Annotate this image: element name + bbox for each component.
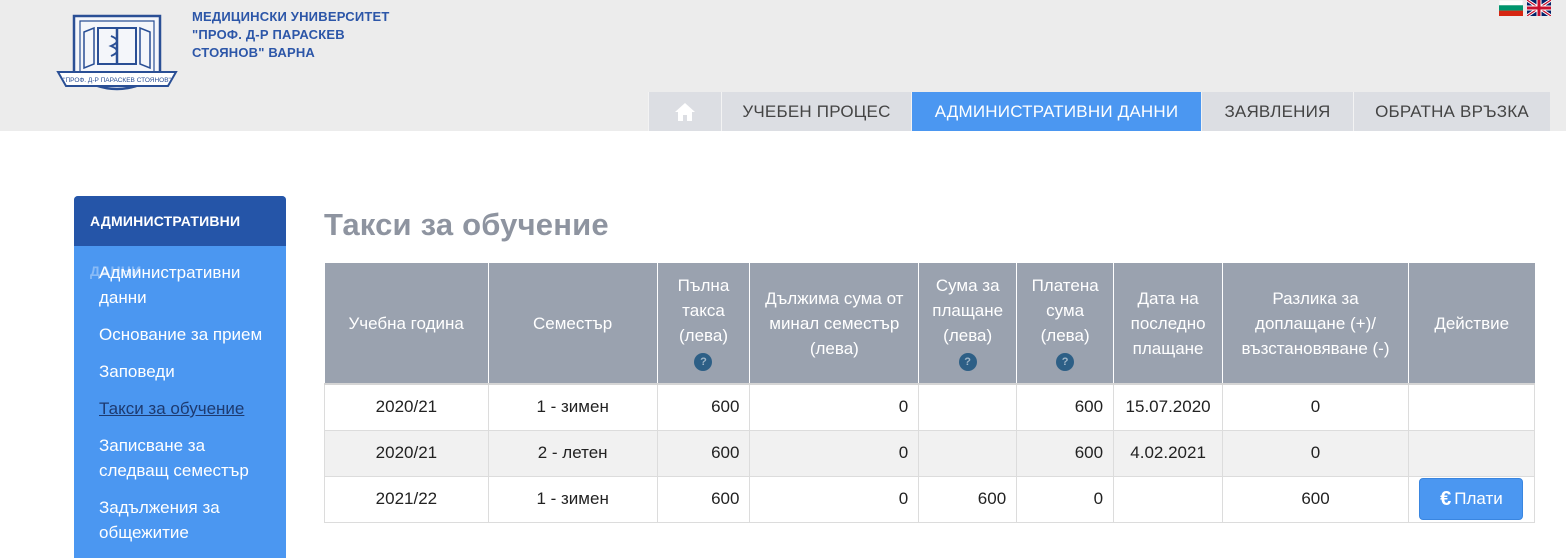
sidebar-item-label: Такси за обучение bbox=[99, 399, 245, 418]
table-row: 2020/21 2 - летен 600 0 600 4.02.2021 0 bbox=[324, 429, 1536, 477]
nav-item-feedback[interactable]: ОБРАТНА ВРЪЗКА bbox=[1353, 92, 1550, 131]
pay-button-label: Плати bbox=[1454, 489, 1503, 508]
table-header-row: Учебна година Семестър Пълна такса (лева… bbox=[324, 263, 1535, 384]
cell-academic-year: 2020/21 bbox=[324, 383, 489, 431]
nav-item-study-process[interactable]: УЧЕБЕН ПРОЦЕС bbox=[721, 92, 911, 131]
sidebar-item-dormitory-obligations[interactable]: Задължения за общежитие bbox=[74, 495, 286, 545]
cell-action: € Плати bbox=[1407, 475, 1536, 523]
help-icon[interactable]: ? bbox=[694, 352, 713, 371]
cell-paid-amount: 0 bbox=[1016, 475, 1115, 523]
column-header: Учебна година bbox=[324, 263, 489, 384]
column-header-label: Платена сума (лева) bbox=[1031, 276, 1099, 345]
nav-home[interactable] bbox=[648, 92, 721, 131]
university-name-line: СТОЯНОВ" ВАРНА bbox=[192, 45, 316, 60]
column-header-label: Разлика за доплащане (+)/възстановяване … bbox=[1241, 288, 1390, 358]
cell-previous-due: 0 bbox=[749, 429, 920, 477]
nav-item-applications[interactable]: ЗАЯВЛЕНИЯ bbox=[1201, 92, 1353, 131]
sidebar-heading-text: АДМИНИСТРАТИВНИ bbox=[90, 213, 241, 229]
cell-paid-amount: 600 bbox=[1016, 429, 1115, 477]
column-header-label: Учебна година bbox=[348, 313, 464, 333]
cell-amount-to-pay: 600 bbox=[918, 475, 1018, 523]
cell-last-payment-date bbox=[1113, 475, 1224, 523]
cell-last-payment-date: 15.07.2020 bbox=[1113, 383, 1224, 431]
sidebar-item-label: Задължения за общежитие bbox=[99, 498, 220, 542]
cell-amount-to-pay bbox=[918, 383, 1018, 431]
column-header: Семестър bbox=[488, 263, 658, 384]
university-name-line: МЕДИЦИНСКИ УНИВЕРСИТЕТ bbox=[192, 9, 390, 24]
home-icon bbox=[675, 102, 695, 121]
cell-previous-due: 0 bbox=[749, 383, 920, 431]
university-logo[interactable]: "ПРОФ. Д-Р ПАРАСКЕВ СТОЯНОВ" bbox=[56, 6, 178, 106]
sidebar-item-label: Основание за прием bbox=[99, 325, 263, 344]
cell-semester: 1 - зимен bbox=[487, 475, 658, 523]
column-header: Дължима сума от минал семестър (лева) bbox=[749, 263, 920, 384]
sidebar-heading-overflow: ДАННИ bbox=[90, 263, 142, 279]
column-header: Разлика за доплащане (+)/възстановяване … bbox=[1222, 263, 1409, 384]
sidebar-item-orders[interactable]: Заповеди bbox=[74, 359, 286, 384]
cell-full-fee: 600 bbox=[656, 383, 751, 431]
sidebar: АДМИНИСТРАТИВНИ ДАННИ Административни да… bbox=[74, 196, 286, 558]
euro-icon: € bbox=[1440, 487, 1452, 510]
cell-full-fee: 600 bbox=[656, 429, 751, 477]
column-header-label: Семестър bbox=[533, 313, 613, 333]
cell-paid-amount: 600 bbox=[1016, 383, 1115, 431]
column-header-label: Пълна такса (лева) bbox=[677, 276, 730, 345]
table-row: 2021/22 1 - зимен 600 0 600 0 600 € Плат… bbox=[324, 475, 1536, 523]
cell-academic-year: 2020/21 bbox=[324, 429, 489, 477]
column-header-label: Сума за плащане (лева) bbox=[932, 276, 1004, 345]
cell-amount-to-pay bbox=[918, 429, 1018, 477]
cell-difference: 0 bbox=[1222, 383, 1409, 431]
cell-academic-year: 2021/22 bbox=[324, 475, 489, 523]
table-row: 2020/21 1 - зимен 600 0 600 15.07.2020 0 bbox=[324, 383, 1536, 431]
sidebar-item-admission-basis[interactable]: Основание за прием bbox=[74, 322, 286, 347]
help-icon[interactable]: ? bbox=[1056, 352, 1075, 371]
column-header-label: Дължима сума от минал семестър (лева) bbox=[765, 288, 904, 358]
column-header: Действие bbox=[1408, 263, 1535, 384]
nav-item-administrative-data[interactable]: АДМИНИСТРАТИВНИ ДАННИ bbox=[911, 92, 1201, 131]
cell-action bbox=[1407, 383, 1536, 431]
column-header: Дата на последно плащане bbox=[1113, 263, 1224, 384]
bulgarian-flag-icon[interactable] bbox=[1499, 0, 1523, 16]
logo-text: "ПРОФ. Д-Р ПАРАСКЕВ СТОЯНОВ" bbox=[63, 77, 171, 84]
cell-full-fee: 600 bbox=[656, 475, 751, 523]
sidebar-item-tuition-fees[interactable]: Такси за обучение bbox=[74, 396, 286, 421]
sidebar-list: Административни данни Основание за прием… bbox=[74, 246, 286, 545]
header: "ПРОФ. Д-Р ПАРАСКЕВ СТОЯНОВ" МЕДИЦИНСКИ … bbox=[0, 0, 1566, 131]
cell-difference: 600 bbox=[1222, 475, 1409, 523]
sidebar-heading: АДМИНИСТРАТИВНИ ДАННИ bbox=[74, 196, 286, 279]
column-header: Платена сума (лева)? bbox=[1016, 263, 1115, 384]
sidebar-item-next-semester-enrollment[interactable]: Записване за следващ семестър bbox=[74, 433, 286, 483]
cell-difference: 0 bbox=[1222, 429, 1409, 477]
language-switcher bbox=[1499, 0, 1555, 18]
column-header: Сума за плащане (лева)? bbox=[918, 263, 1018, 384]
cell-last-payment-date: 4.02.2021 bbox=[1113, 429, 1224, 477]
main-nav: УЧЕБЕН ПРОЦЕС АДМИНИСТРАТИВНИ ДАННИ ЗАЯВ… bbox=[648, 92, 1550, 131]
page-title: Такси за обучение bbox=[324, 207, 609, 242]
cell-action bbox=[1407, 429, 1536, 477]
pay-button[interactable]: € Плати bbox=[1419, 478, 1524, 520]
column-header-label: Дата на последно плащане bbox=[1130, 288, 1206, 358]
university-name-line: "ПРОФ. Д-Р ПАРАСКЕВ bbox=[192, 27, 345, 42]
sidebar-item-label: Заповеди bbox=[99, 362, 175, 381]
sidebar-item-label: Записване за следващ семестър bbox=[99, 436, 249, 480]
university-name[interactable]: МЕДИЦИНСКИ УНИВЕРСИТЕТ "ПРОФ. Д-Р ПАРАСК… bbox=[192, 8, 390, 62]
column-header-label: Действие bbox=[1434, 313, 1510, 333]
cell-semester: 2 - летен bbox=[487, 429, 658, 477]
cell-previous-due: 0 bbox=[749, 475, 920, 523]
fees-table: Учебна година Семестър Пълна такса (лева… bbox=[324, 263, 1536, 523]
column-header: Пълна такса (лева)? bbox=[657, 263, 751, 384]
help-icon[interactable]: ? bbox=[958, 352, 977, 371]
uk-flag-icon[interactable] bbox=[1527, 0, 1551, 16]
cell-semester: 1 - зимен bbox=[487, 383, 658, 431]
